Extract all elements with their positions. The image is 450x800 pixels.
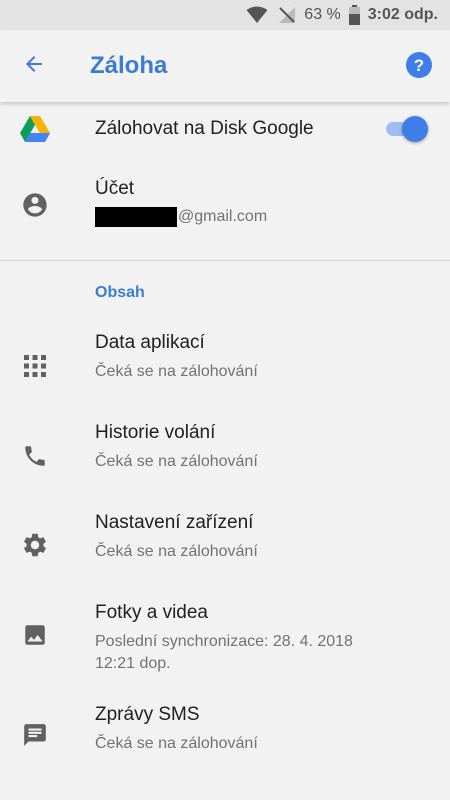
section-header: Obsah [95, 284, 145, 301]
list-item-app-data[interactable]: Data aplikací Čeká se na zálohování [0, 324, 450, 408]
toggle-thumb [402, 116, 428, 142]
item-title: Historie volání [95, 422, 216, 443]
list-item-call-history[interactable]: Historie volání Čeká se na zálohování [0, 414, 450, 498]
gear-icon [20, 530, 50, 560]
no-signal-icon [276, 6, 296, 24]
battery-icon [348, 5, 360, 25]
list-item-sms[interactable]: Zprávy SMS Čeká se na zálohování [0, 698, 450, 782]
page-title: Záloha [90, 52, 168, 79]
item-title: Fotky a videa [95, 602, 208, 623]
google-drive-icon [20, 114, 50, 144]
help-icon: ? [405, 51, 433, 84]
wifi-icon [246, 6, 268, 24]
item-subtitle: Čeká se na zálohování [95, 735, 258, 752]
item-subtitle: Čeká se na zálohování [95, 363, 258, 380]
help-button[interactable]: ? [402, 50, 436, 84]
account-label: Účet [95, 178, 135, 199]
phone-icon [20, 441, 50, 471]
svg-text:?: ? [414, 56, 424, 75]
item-subtitle: Čeká se na zálohování [95, 453, 258, 470]
back-button[interactable] [14, 48, 54, 84]
account-email: @gmail.com [95, 206, 415, 228]
item-subtitle: Čeká se na zálohování [95, 543, 258, 560]
arrow-back-icon [22, 52, 46, 81]
redacted-block [95, 206, 177, 227]
list-item-device-settings[interactable]: Nastavení zařízení Čeká se na zálohování [0, 504, 450, 588]
clock: 3:02 odp. [367, 6, 438, 23]
image-icon [20, 620, 50, 650]
item-title: Nastavení zařízení [95, 512, 254, 533]
status-bar: 63 % 3:02 odp. [0, 0, 450, 30]
item-subtitle: Poslední synchronizace: 28. 4. 2018 12:2… [95, 633, 353, 672]
battery-percent: 63 % [304, 6, 341, 23]
apps-grid-icon [20, 351, 50, 381]
backup-toggle-label: Zálohovat na Disk Google [95, 118, 314, 139]
message-icon [20, 720, 50, 750]
account-circle-icon [20, 190, 50, 220]
divider [0, 260, 450, 261]
backup-toggle-row[interactable]: Zálohovat na Disk Google [0, 102, 450, 158]
account-row[interactable]: Účet @gmail.com [0, 164, 450, 252]
app-bar: Záloha ? [0, 30, 450, 102]
item-title: Data aplikací [95, 332, 205, 353]
item-title: Zprávy SMS [95, 704, 200, 725]
email-suffix: @gmail.com [178, 208, 268, 225]
backup-toggle-switch[interactable] [386, 116, 428, 142]
list-item-photos-videos[interactable]: Fotky a videa Poslední synchronizace: 28… [0, 594, 450, 690]
